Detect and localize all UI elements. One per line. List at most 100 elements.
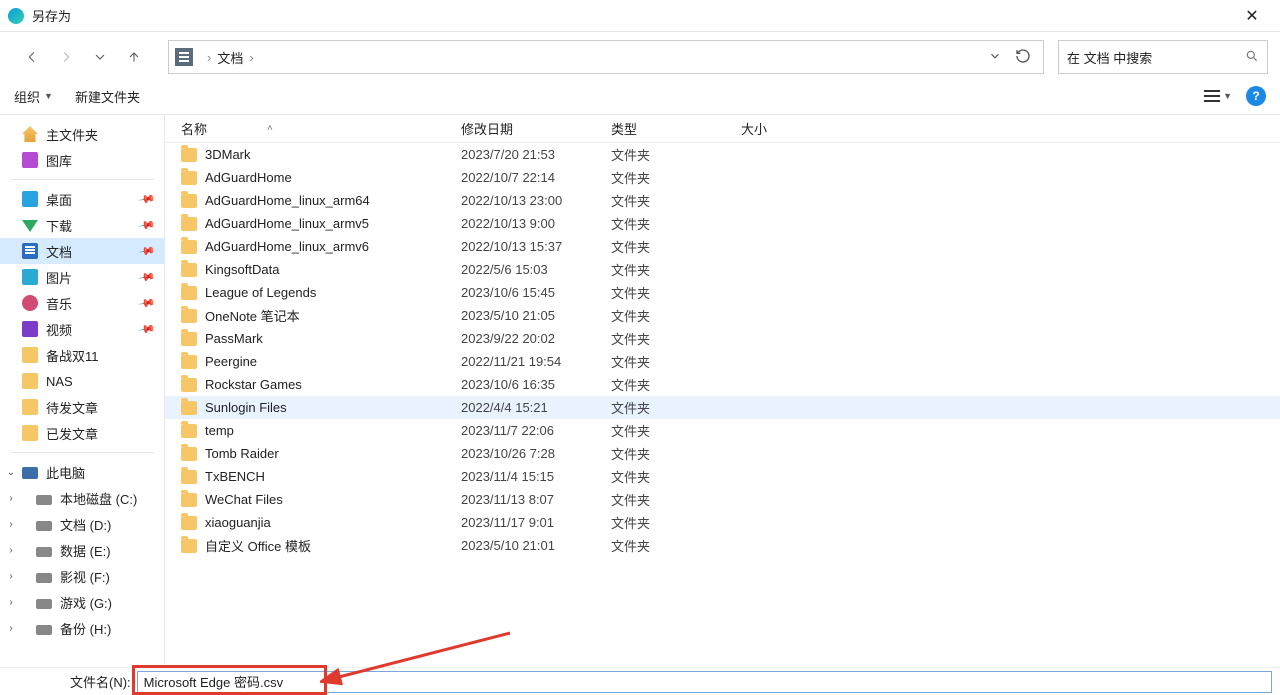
sidebar-item[interactable]: 视频 📌	[0, 316, 164, 342]
sidebar-item[interactable]: ›备份 (H:)	[0, 615, 164, 641]
file-row[interactable]: League of Legends 2023/10/6 15:45文件夹	[165, 281, 1280, 304]
address-dropdown[interactable]	[981, 49, 1009, 66]
column-headers: 名称˄ 修改日期 类型 大小	[165, 115, 1280, 143]
sidebar-label: 视频	[46, 320, 72, 339]
sidebar-icon	[36, 547, 52, 557]
crumb-segment[interactable]: 文档	[217, 48, 243, 67]
file-row[interactable]: KingsoftData2022/5/6 15:03文件夹	[165, 258, 1280, 281]
file-type: 文件夹	[611, 375, 741, 394]
sidebar-item[interactable]: 备战双11	[0, 342, 164, 368]
col-date[interactable]: 修改日期	[461, 119, 611, 138]
folder-icon	[181, 401, 197, 415]
sidebar-item[interactable]: ›文档 (D:)	[0, 511, 164, 537]
history-dropdown[interactable]	[86, 43, 114, 71]
organize-button[interactable]: 组织 ▼	[14, 87, 53, 106]
folder-icon	[181, 470, 197, 484]
file-type: 文件夹	[611, 421, 741, 440]
folder-icon	[181, 424, 197, 438]
sidebar-item[interactable]: NAS	[0, 368, 164, 394]
sidebar-item[interactable]: 已发文章	[0, 420, 164, 446]
file-row[interactable]: TxBENCH2023/11/4 15:15文件夹	[165, 465, 1280, 488]
close-button[interactable]: ✕	[1232, 6, 1272, 26]
sidebar-item[interactable]: ›游戏 (G:)	[0, 589, 164, 615]
pin-icon: 📌	[138, 320, 157, 339]
file-row[interactable]: 自定义 Office 模板2023/5/10 21:01文件夹	[165, 534, 1280, 557]
col-type[interactable]: 类型	[611, 119, 741, 138]
sidebar-item[interactable]: 待发文章	[0, 394, 164, 420]
forward-button[interactable]	[52, 43, 80, 71]
sidebar-icon	[22, 152, 38, 168]
file-row[interactable]: AdGuardHome_linux_armv52022/10/13 9:00文件…	[165, 212, 1280, 235]
file-row[interactable]: OneNote 笔记本2023/5/10 21:05文件夹	[165, 304, 1280, 327]
sidebar-item[interactable]: 下载📌	[0, 212, 164, 238]
folder-icon	[181, 516, 197, 530]
sidebar-label: 待发文章	[46, 398, 98, 417]
folder-icon	[181, 447, 197, 461]
file-date: 2023/11/13 8:07	[461, 492, 611, 507]
file-type: 文件夹	[611, 329, 741, 348]
file-row[interactable]: AdGuardHome_linux_arm642022/10/13 23:00文…	[165, 189, 1280, 212]
filename-label: 文件名(N):	[70, 672, 131, 691]
sidebar-label: 下载	[46, 216, 72, 235]
sidebar-label: 桌面	[46, 190, 72, 209]
pin-icon: 📌	[138, 268, 157, 287]
sidebar-label: 已发文章	[46, 424, 98, 443]
refresh-button[interactable]	[1009, 48, 1037, 67]
file-type: 文件夹	[611, 444, 741, 463]
folder-icon	[181, 263, 197, 277]
col-size[interactable]: 大小	[741, 119, 821, 138]
file-type: 文件夹	[611, 283, 741, 302]
filename-input[interactable]	[137, 671, 1272, 693]
sidebar-item[interactable]: ⌄此电脑	[0, 459, 164, 485]
file-row[interactable]: Sunlogin Files2022/4/4 15:21文件夹	[165, 396, 1280, 419]
folder-icon	[181, 539, 197, 553]
file-type: 文件夹	[611, 214, 741, 233]
sidebar-label: NAS	[46, 374, 73, 389]
file-row[interactable]: Tomb Raider2023/10/26 7:28文件夹	[165, 442, 1280, 465]
sidebar-item[interactable]: 音乐📌	[0, 290, 164, 316]
sidebar-item[interactable]: ›影视 (F:)	[0, 563, 164, 589]
new-folder-button[interactable]: 新建文件夹	[75, 87, 140, 106]
file-row[interactable]: 3DMark2023/7/20 21:53文件夹	[165, 143, 1280, 166]
view-options-button[interactable]: ▼	[1204, 90, 1232, 102]
sidebar-icon	[36, 625, 52, 635]
sidebar-item[interactable]: 主文件夹	[0, 121, 164, 147]
sidebar-item[interactable]: 图片📌	[0, 264, 164, 290]
col-name[interactable]: 名称˄	[181, 119, 461, 138]
sidebar-item[interactable]: ›数据 (E:)	[0, 537, 164, 563]
file-date: 2022/10/13 23:00	[461, 193, 611, 208]
sidebar-label: 数据 (E:)	[60, 541, 111, 560]
file-type: 文件夹	[611, 145, 741, 164]
file-date: 2023/10/6 15:45	[461, 285, 611, 300]
file-type: 文件夹	[611, 168, 741, 187]
file-name: 3DMark	[205, 147, 251, 162]
file-type: 文件夹	[611, 536, 741, 555]
sidebar-item[interactable]: 文档📌	[0, 238, 164, 264]
sidebar-item[interactable]: 桌面📌	[0, 186, 164, 212]
sidebar-icon	[36, 573, 52, 583]
file-row[interactable]: AdGuardHome_linux_armv62022/10/13 15:37文…	[165, 235, 1280, 258]
sidebar-icon	[22, 425, 38, 441]
address-bar[interactable]: › 文档 ›	[168, 40, 1044, 74]
file-name: League of Legends	[205, 285, 316, 300]
sidebar-item[interactable]: 图库	[0, 147, 164, 173]
back-button[interactable]	[18, 43, 46, 71]
file-date: 2023/11/4 15:15	[461, 469, 611, 484]
file-row[interactable]: Rockstar Games2023/10/6 16:35文件夹	[165, 373, 1280, 396]
sidebar-item[interactable]: ›本地磁盘 (C:)	[0, 485, 164, 511]
sidebar-icon	[22, 373, 38, 389]
file-row[interactable]: WeChat Files2023/11/13 8:07文件夹	[165, 488, 1280, 511]
help-button[interactable]: ?	[1246, 86, 1266, 106]
file-name: KingsoftData	[205, 262, 279, 277]
file-date: 2023/5/10 21:05	[461, 308, 611, 323]
up-button[interactable]	[120, 43, 148, 71]
search-box[interactable]: 在 文档 中搜索	[1058, 40, 1268, 74]
file-row[interactable]: temp2023/11/7 22:06文件夹	[165, 419, 1280, 442]
file-name: AdGuardHome_linux_armv6	[205, 239, 369, 254]
crumb-sep: ›	[207, 50, 211, 65]
file-row[interactable]: PassMark2023/9/22 20:02文件夹	[165, 327, 1280, 350]
file-rows: 3DMark2023/7/20 21:53文件夹AdGuardHome2022/…	[165, 143, 1280, 664]
file-row[interactable]: Peergine2022/11/21 19:54文件夹	[165, 350, 1280, 373]
file-row[interactable]: AdGuardHome2022/10/7 22:14文件夹	[165, 166, 1280, 189]
file-row[interactable]: xiaoguanjia2023/11/17 9:01文件夹	[165, 511, 1280, 534]
